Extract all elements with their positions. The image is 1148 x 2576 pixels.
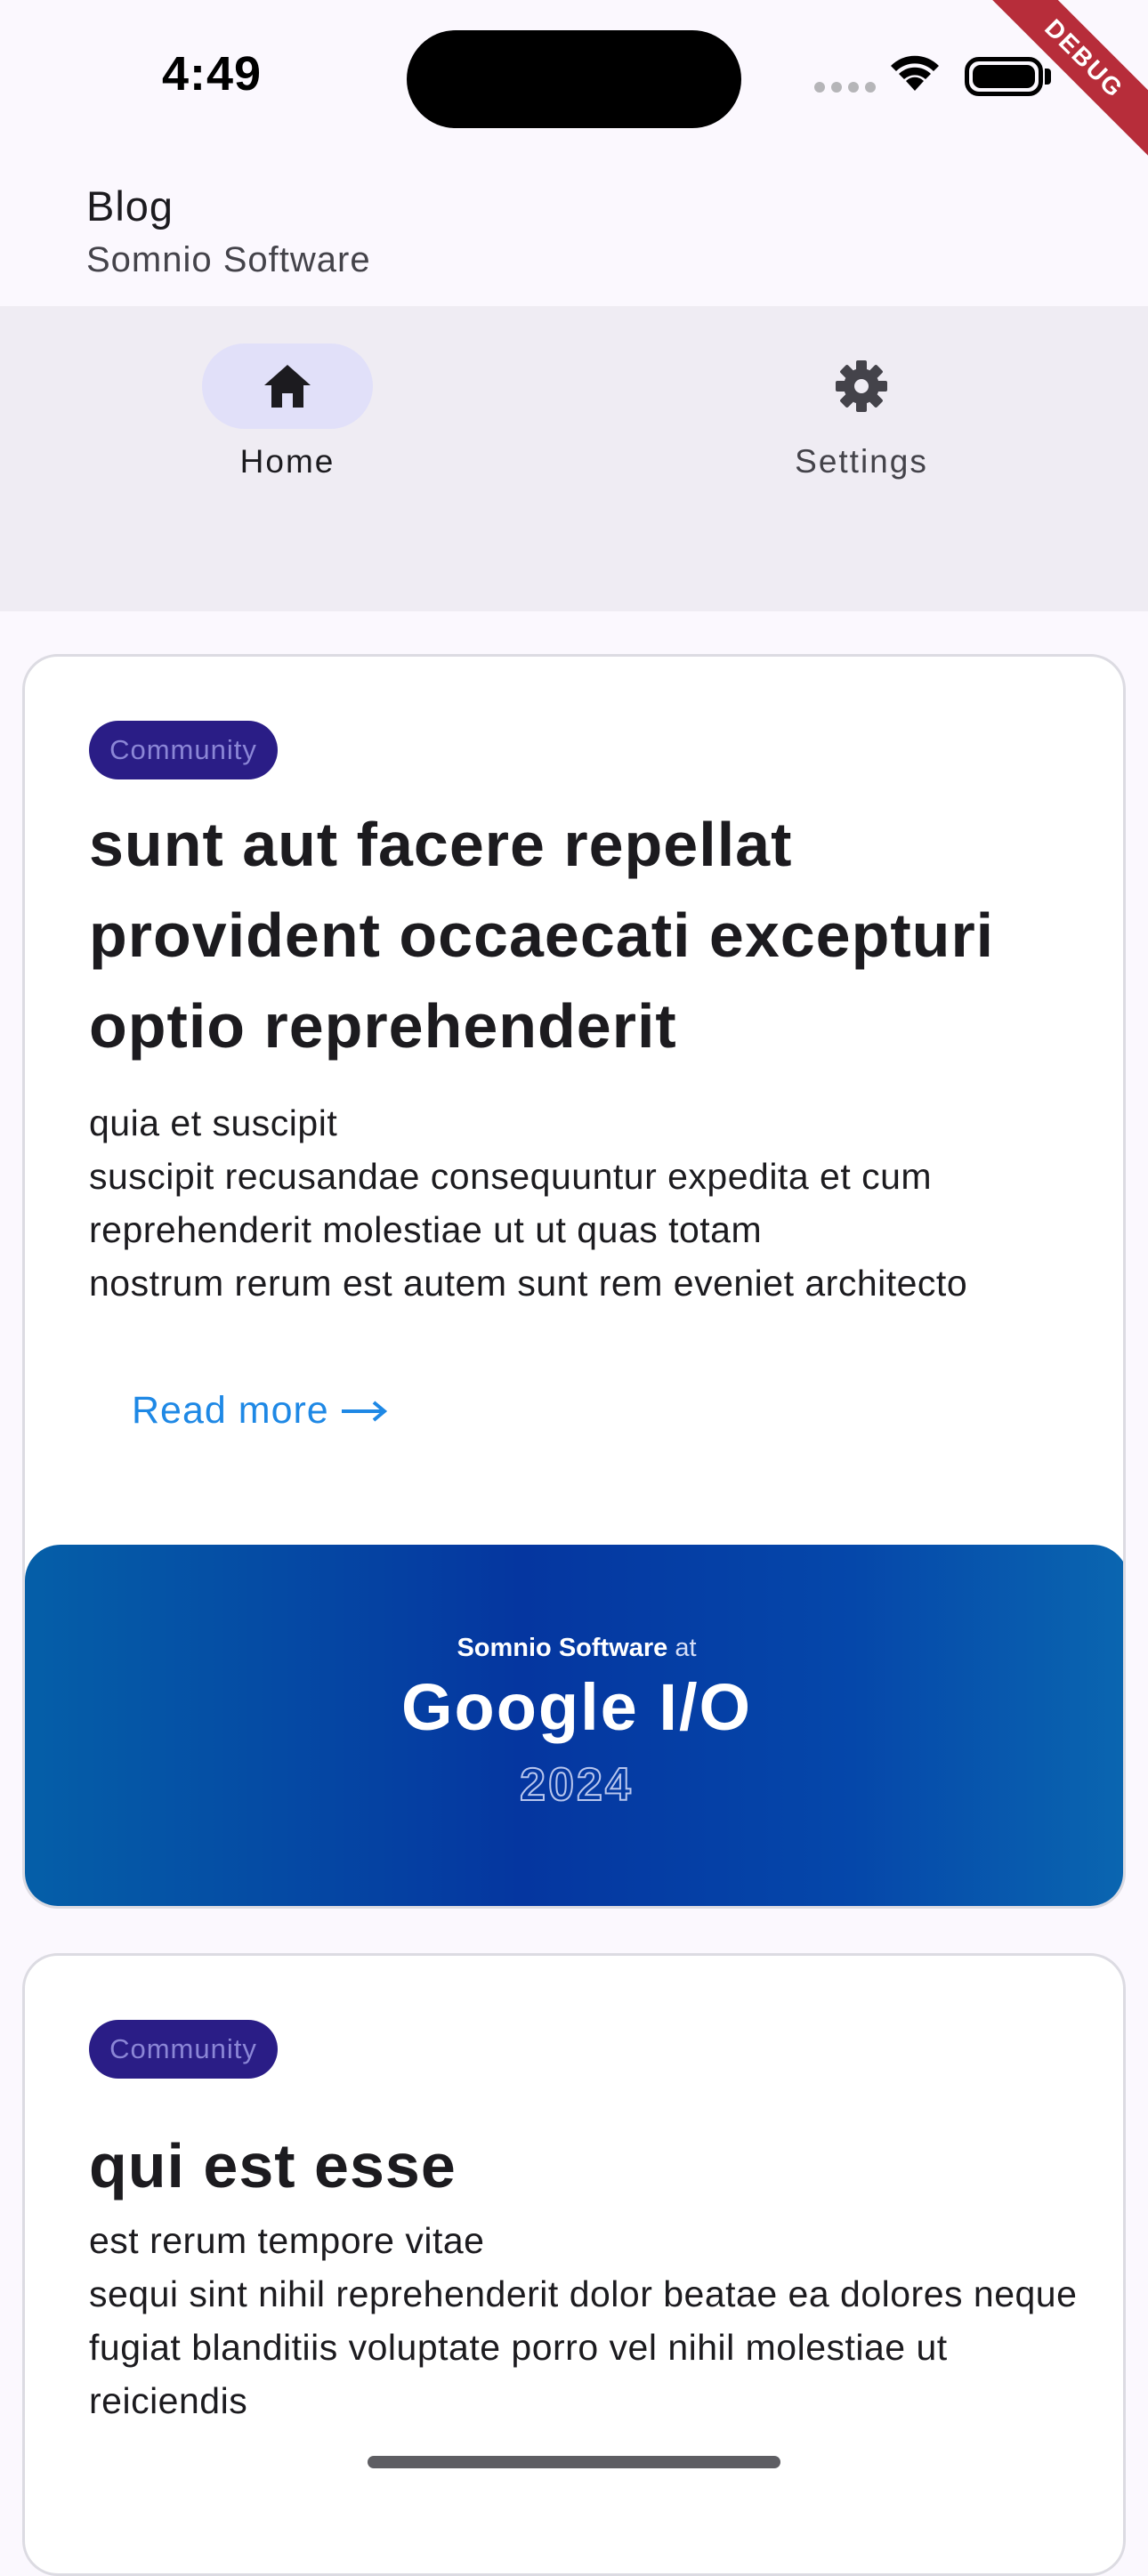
arrow-right-icon [341,1400,387,1422]
post-card[interactable]: Community sunt aut facere repellat provi… [22,654,1126,1909]
gear-icon [836,360,887,412]
post-body: est rerum tempore vitae sequi sint nihil… [89,2220,1078,2421]
nav-active-indicator [202,343,373,429]
battery-icon [965,57,1043,96]
dynamic-island [407,30,741,128]
page-title: Blog [86,182,174,230]
category-tag: Community [89,721,278,779]
app-bar: Blog Somnio Software [0,151,1148,306]
post-body: quia et suscipit suscipit recusandae con… [89,1102,968,1304]
post-card[interactable]: Community qui est esse est rerum tempore… [22,1953,1126,2576]
nav-item-settings[interactable]: Settings [728,343,995,480]
nav-icon-container [776,343,947,429]
nav-item-home[interactable]: Home [154,343,421,480]
banner-at: at [675,1634,697,1662]
battery-cap [1045,69,1051,85]
banner-year: 2024 [519,1758,634,1812]
status-time: 4:49 [162,47,263,101]
banner-event-title: Google I/O [400,1670,753,1744]
event-banner-image: Somnio Software at Google I/O 2024 [25,1545,1123,1906]
banner-company: Somnio Software [457,1634,668,1662]
read-more-link[interactable]: Read more [132,1389,388,1433]
home-icon [264,365,311,408]
home-indicator[interactable] [368,2456,780,2468]
nav-label-home: Home [239,443,336,480]
post-title: qui est esse [89,2131,457,2201]
read-more-label: Read more [132,1389,329,1432]
nav-label-settings: Settings [795,443,928,480]
banner-subtitle: Somnio Software at [25,1634,1123,1663]
wifi-icon [888,52,942,95]
category-tag: Community [89,2020,278,2079]
status-bar: 4:49 [0,0,1148,151]
navigation-bar: Home Settings [0,306,1148,611]
cellular-signal-icon [814,82,876,93]
page-subtitle: Somnio Software [86,240,371,279]
post-title: sunt aut facere repellat provident occae… [89,810,995,1061]
